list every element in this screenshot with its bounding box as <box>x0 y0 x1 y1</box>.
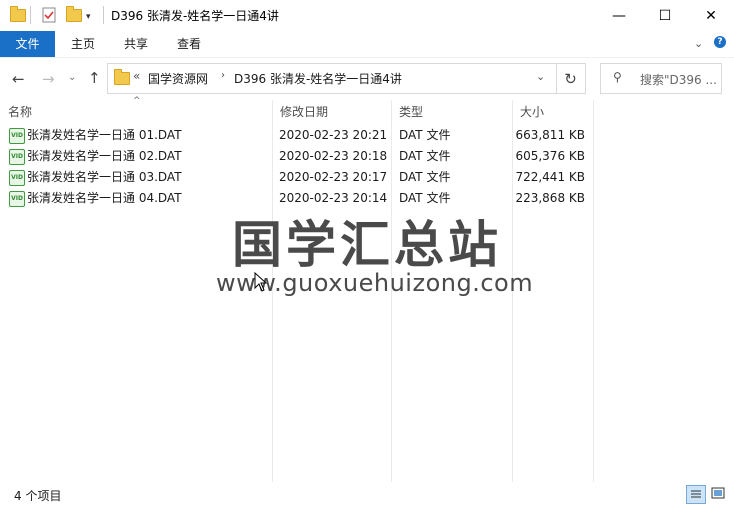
refresh-button[interactable]: ↻ <box>556 63 586 94</box>
file-row[interactable]: 张清发姓名学一日通 03.DAT 2020-02-23 20:17 DAT 文件… <box>6 167 594 188</box>
refresh-icon: ↻ <box>564 69 577 88</box>
new-folder-icon[interactable] <box>66 5 82 23</box>
file-row[interactable]: 张清发姓名学一日通 01.DAT 2020-02-23 20:21 DAT 文件… <box>6 125 594 146</box>
up-arrow-icon[interactable]: ↑ <box>88 69 101 87</box>
file-name: 张清发姓名学一日通 02.DAT <box>27 149 182 163</box>
watermark-title: 国学汇总站 <box>232 216 502 274</box>
column-header-date[interactable]: 修改日期 <box>280 100 328 124</box>
address-folder-icon <box>114 69 130 88</box>
file-date: 2020-02-23 20:18 <box>279 149 388 163</box>
recent-locations-chevron-icon[interactable]: ⌄ <box>68 72 76 83</box>
file-size: 223,868 KB <box>515 191 585 205</box>
window-title: D396 张清发-姓名学一日通4讲 <box>111 9 279 23</box>
file-name: 张清发姓名学一日通 04.DAT <box>27 191 182 205</box>
close-button[interactable]: ✕ <box>688 0 734 31</box>
file-type: DAT 文件 <box>399 149 451 163</box>
file-size: 722,441 KB <box>515 170 585 184</box>
address-overflow-icon[interactable]: « <box>133 69 140 83</box>
forward-arrow-icon[interactable]: → <box>42 70 55 88</box>
large-icons-view-icon[interactable] <box>710 486 726 501</box>
column-header-name[interactable]: 名称 <box>8 100 32 124</box>
tab-home[interactable]: 主页 <box>60 31 106 57</box>
customize-toolbar-chevron-icon[interactable]: ▾ <box>86 9 91 25</box>
sort-ascending-icon: ^ <box>133 96 141 106</box>
file-size: 605,376 KB <box>515 149 585 163</box>
column-header-size[interactable]: 大小 <box>520 100 544 124</box>
title-divider <box>103 6 104 24</box>
file-type: DAT 文件 <box>399 170 451 184</box>
mouse-cursor-icon <box>254 272 268 292</box>
search-placeholder: 搜索"D396 ... <box>640 73 717 87</box>
folder-icon <box>10 5 26 23</box>
address-bar[interactable]: « 国学资源网 › D396 张清发-姓名学一日通4讲 ⌄ <box>107 63 557 94</box>
video-file-icon <box>9 149 25 165</box>
properties-icon[interactable] <box>42 7 56 23</box>
file-name: 张清发姓名学一日通 03.DAT <box>27 170 182 184</box>
video-file-icon <box>9 128 25 144</box>
address-dropdown-chevron-icon[interactable]: ⌄ <box>536 70 545 83</box>
column-header-type[interactable]: 类型 <box>399 100 423 124</box>
file-name: 张清发姓名学一日通 01.DAT <box>27 128 182 142</box>
search-box[interactable]: ⚲ 搜索"D396 ... <box>600 63 722 94</box>
breadcrumb-item[interactable]: 国学资源网 <box>148 70 208 87</box>
file-row[interactable]: 张清发姓名学一日通 02.DAT 2020-02-23 20:18 DAT 文件… <box>6 146 594 167</box>
item-count: 4 个项目 <box>14 489 62 503</box>
maximize-button[interactable]: ☐ <box>642 0 688 31</box>
file-date: 2020-02-23 20:17 <box>279 170 388 184</box>
video-file-icon <box>9 170 25 186</box>
search-icon: ⚲ <box>613 70 622 84</box>
ribbon-tabs: 文件 主页 共享 查看 ⌄ ? <box>0 31 734 58</box>
breadcrumb-separator-icon[interactable]: › <box>221 70 225 81</box>
file-size: 663,811 KB <box>515 128 585 142</box>
tab-file[interactable]: 文件 <box>0 31 55 57</box>
details-view-icon[interactable] <box>686 485 706 504</box>
file-date: 2020-02-23 20:21 <box>279 128 388 142</box>
breadcrumb-item[interactable]: D396 张清发-姓名学一日通4讲 <box>234 70 402 87</box>
status-bar: 4 个项目 <box>0 482 734 507</box>
file-type: DAT 文件 <box>399 128 451 142</box>
back-arrow-icon[interactable]: ← <box>12 70 25 88</box>
video-file-icon <box>9 191 25 207</box>
tab-share[interactable]: 共享 <box>113 31 159 57</box>
toolbar-divider <box>30 6 31 24</box>
title-bar: ▾ D396 张清发-姓名学一日通4讲 — ☐ ✕ <box>0 0 734 31</box>
expand-ribbon-chevron-icon[interactable]: ⌄ <box>694 37 703 50</box>
help-icon[interactable]: ? <box>714 36 726 48</box>
minimize-button[interactable]: — <box>596 0 642 31</box>
tab-view[interactable]: 查看 <box>166 31 212 57</box>
